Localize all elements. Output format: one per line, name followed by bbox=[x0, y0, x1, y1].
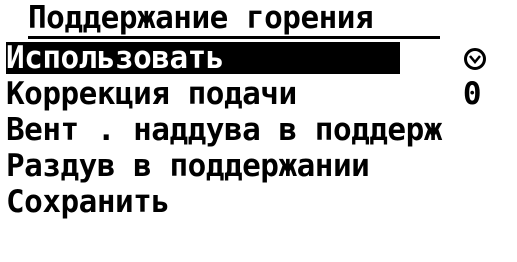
menu-title: Поддержание горения bbox=[28, 0, 374, 36]
menu-item-label: Вент . наддува в поддерж bbox=[6, 112, 442, 148]
menu-item-label: Сохранить bbox=[6, 184, 170, 220]
title-underline bbox=[28, 36, 440, 39]
menu-item-use[interactable]: Использовать bbox=[0, 40, 517, 76]
checkmark-circle-icon[interactable] bbox=[464, 48, 486, 70]
menu-item-label: Коррекция подачи bbox=[6, 76, 297, 112]
menu-item-label: Использовать bbox=[6, 40, 224, 76]
menu-item-feed-correction[interactable]: Коррекция подачи 0 bbox=[0, 76, 517, 112]
menu-item-label: Раздув в поддержании bbox=[6, 148, 370, 184]
menu-item-blow-support[interactable]: Раздув в поддержании bbox=[0, 148, 517, 184]
controller-screen: Поддержание горения Использовать Коррекц… bbox=[0, 0, 517, 262]
menu-item-value: 0 bbox=[462, 76, 482, 112]
menu-item-fan-support[interactable]: Вент . наддува в поддерж bbox=[0, 112, 517, 148]
menu-item-save[interactable]: Сохранить bbox=[0, 184, 517, 220]
